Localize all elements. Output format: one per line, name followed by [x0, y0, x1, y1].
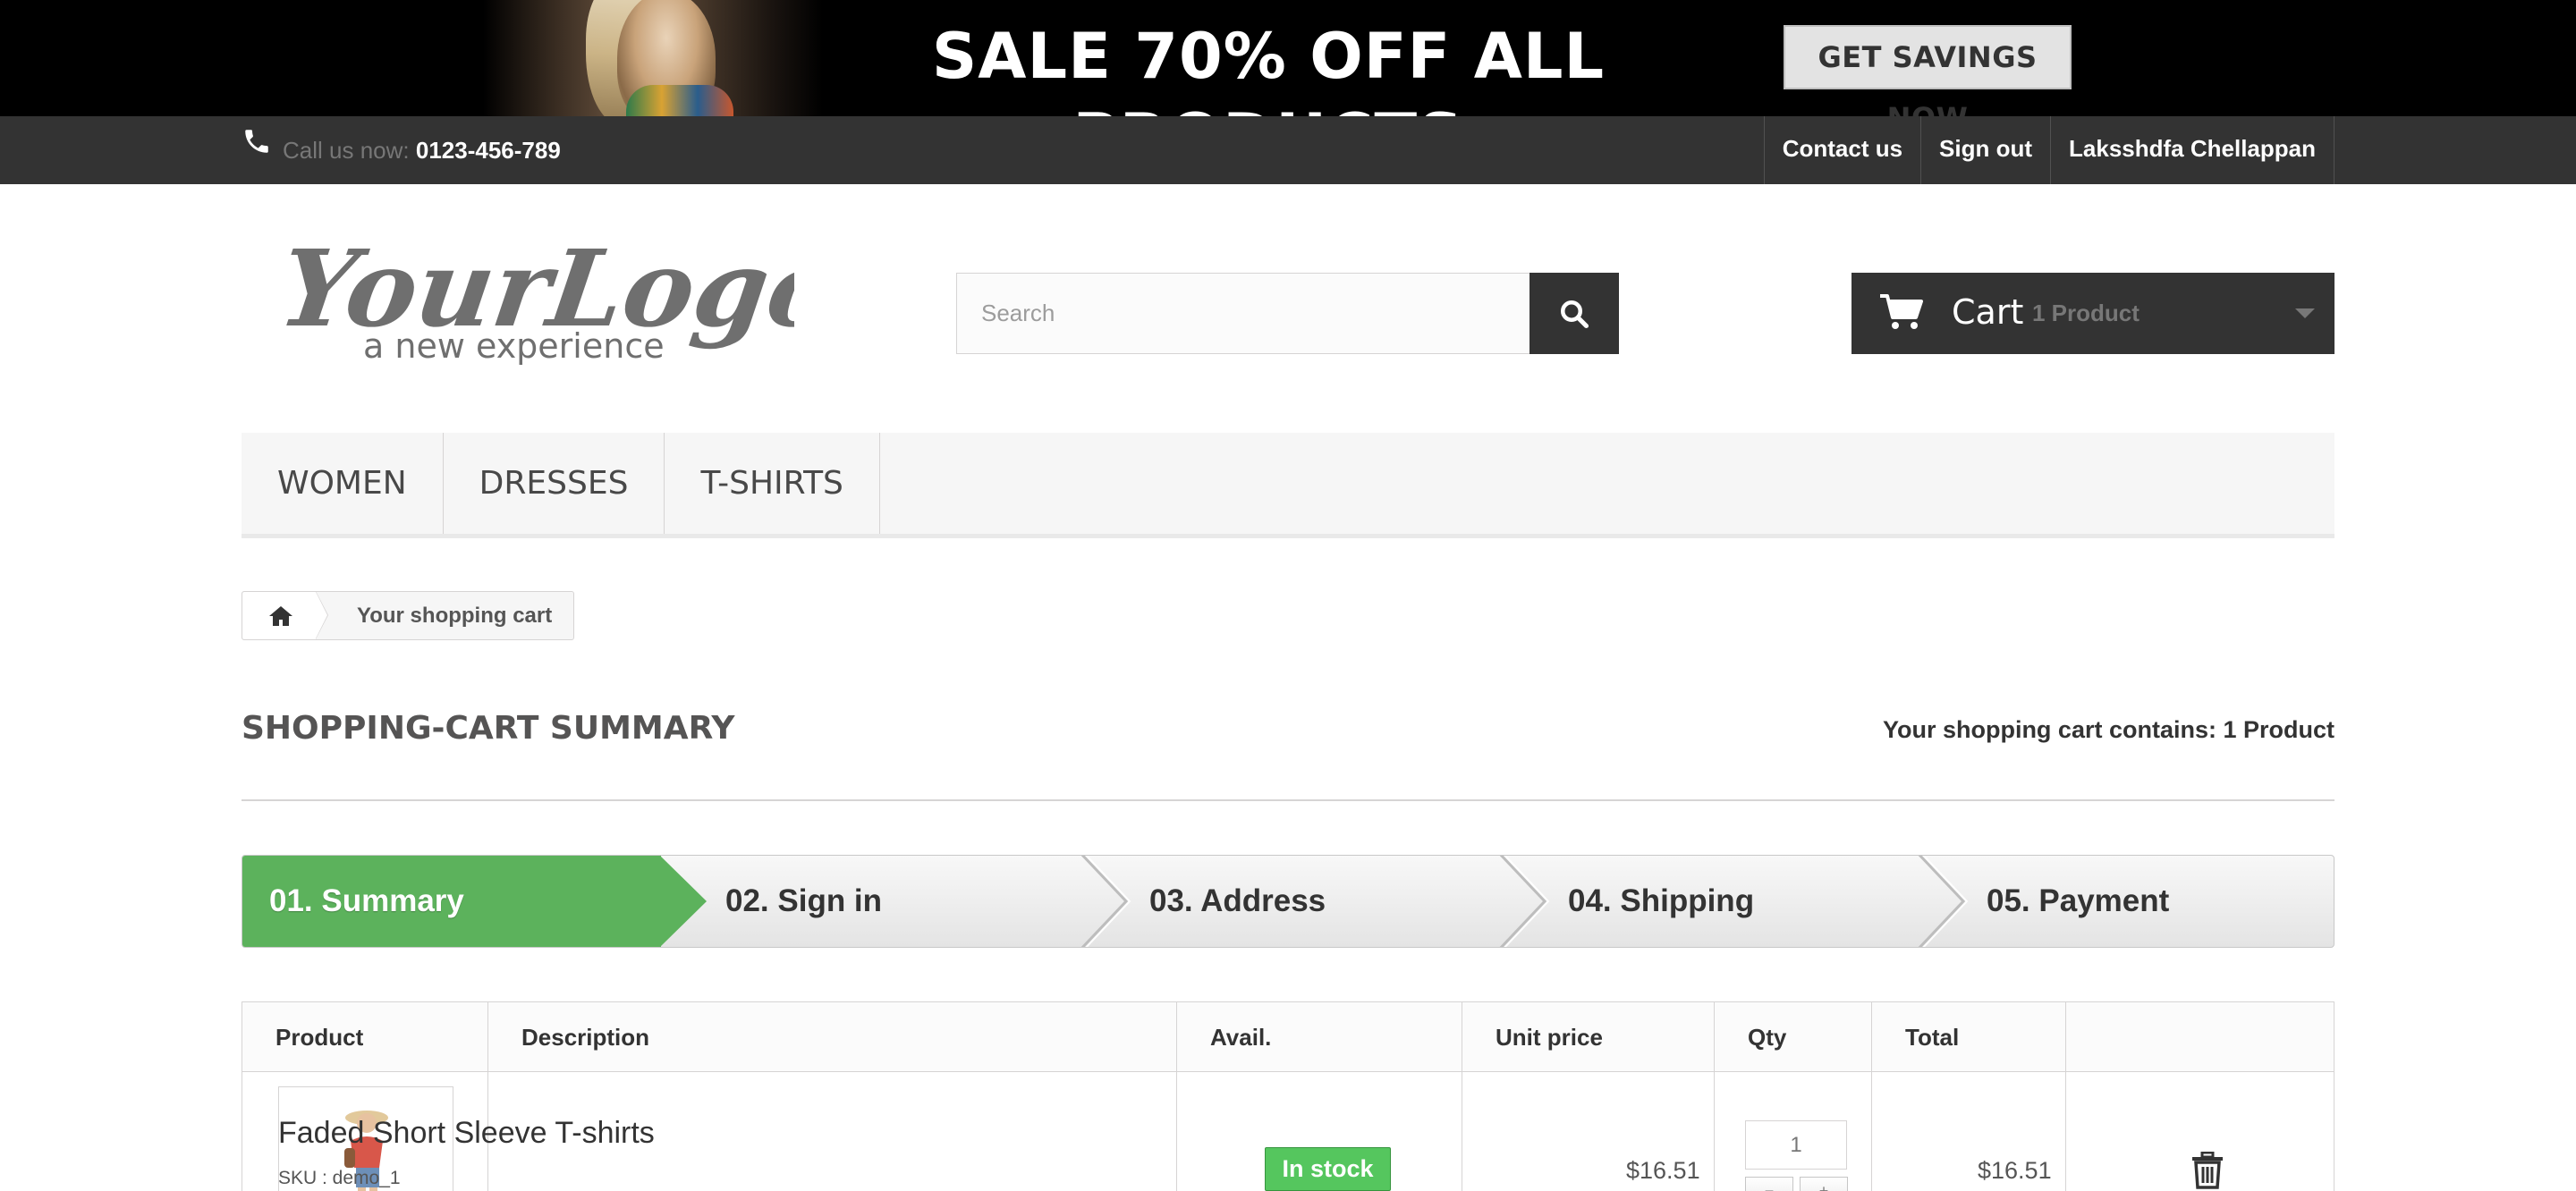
unit-price: $16.51 — [1626, 1157, 1700, 1184]
breadcrumb: Your shopping cart — [242, 591, 575, 640]
header-description: Description — [521, 1024, 650, 1051]
search-icon — [1561, 300, 1589, 329]
product-sku: SKU : demo_1 — [278, 1168, 401, 1188]
cart-contains-text: Your shopping cart contains: 1 Product — [1882, 716, 2334, 743]
quantity-increase-button[interactable]: + — [1800, 1177, 1848, 1191]
cart-label: Cart — [1952, 292, 2024, 332]
menu-item-tshirts[interactable]: T-shirts — [665, 433, 880, 534]
call-us: Call us now: 0123-456-789 — [242, 116, 561, 184]
header-total: Total — [1905, 1024, 1960, 1051]
step-shipping[interactable]: 04. Shipping — [1568, 856, 1754, 947]
header-product: Product — [275, 1024, 364, 1051]
promo-banner[interactable]: SALE 70% OFF ALL PRODUCTS GET SAVINGS NO… — [0, 0, 2576, 116]
trash-icon — [2192, 1151, 2223, 1189]
phone-number: 0123-456-789 — [415, 137, 561, 164]
step-payment[interactable]: 05. Payment — [1987, 856, 2169, 947]
banner-headline: SALE 70% OFF ALL PRODUCTS — [931, 20, 1606, 116]
home-icon — [269, 606, 292, 626]
sign-out-link[interactable]: Sign out — [1920, 116, 2050, 184]
search-box — [956, 273, 1530, 354]
quantity-input[interactable]: 1 — [1745, 1120, 1847, 1170]
menu-item-women[interactable]: Women — [242, 433, 444, 534]
header-availability: Avail. — [1210, 1024, 1272, 1051]
search-button[interactable] — [1530, 273, 1619, 354]
step-summary: 01. Summary — [242, 856, 661, 947]
menu-item-dresses[interactable]: Dresses — [444, 433, 665, 534]
header-qty: Qty — [1748, 1024, 1787, 1051]
step-address[interactable]: 03. Address — [1149, 856, 1326, 947]
svg-text:a new experience: a new experience — [363, 326, 665, 366]
cart-icon — [1880, 294, 1923, 329]
step-sign-in[interactable]: 02. Sign in — [725, 856, 882, 947]
breadcrumb-home[interactable] — [242, 591, 328, 639]
cart-quantity: 1 Product — [2032, 300, 2140, 326]
checkout-steps: 01. Summary 02. Sign in 03. Address 04. … — [242, 855, 2334, 948]
phone-icon — [242, 114, 272, 182]
account-link[interactable]: Laksshdfa Chellappan — [2050, 116, 2334, 184]
page-title: Shopping-cart summary — [242, 710, 735, 747]
contact-us-link[interactable]: Contact us — [1763, 116, 1920, 184]
divider — [242, 799, 2334, 801]
status-badge: In stock — [1265, 1147, 1391, 1191]
line-total: $16.51 — [1978, 1157, 2052, 1184]
category-menu: Women Dresses T-shirts — [242, 433, 2334, 538]
quantity-decrease-button[interactable]: − — [1745, 1177, 1793, 1191]
breadcrumb-current: Your shopping cart — [357, 603, 553, 628]
call-label: Call us now: — [283, 137, 410, 164]
product-name-link[interactable]: Faded Short Sleeve T-shirts — [278, 1116, 655, 1151]
header-unit-price: Unit price — [1496, 1024, 1603, 1051]
site-logo[interactable]: YourLogo a new experience — [272, 225, 847, 377]
table-header-row: Product Description Avail. Unit price Qt… — [242, 1002, 2334, 1072]
search-input[interactable] — [957, 274, 1530, 353]
get-savings-button[interactable]: GET SAVINGS NOW — [1784, 25, 2072, 116]
cart-dropdown[interactable]: Cart 1 Product — [1852, 273, 2334, 354]
delete-item-button[interactable] — [2191, 1151, 2224, 1191]
top-navigation-bar: Call us now: 0123-456-789 Contact us Sig… — [0, 116, 2576, 184]
chevron-down-icon — [2295, 308, 2315, 318]
